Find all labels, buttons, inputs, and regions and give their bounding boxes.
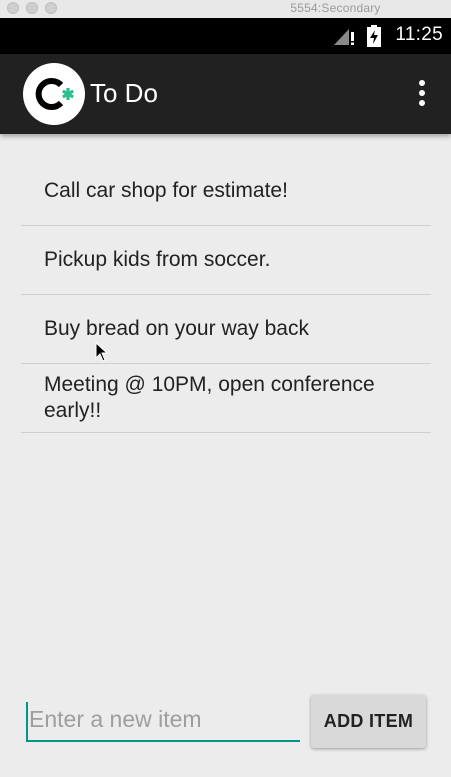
status-bar: 11:25 xyxy=(0,18,451,54)
app-title: To Do xyxy=(90,78,158,108)
mouse-cursor-icon xyxy=(95,342,108,362)
status-time: 11:25 xyxy=(395,24,443,45)
app-bar: To Do xyxy=(0,54,451,134)
todo-item-text: Pickup kids from soccer. xyxy=(44,248,271,271)
window-title-bar: 5554:Secondary xyxy=(0,0,451,19)
todo-item[interactable]: Call car shop for estimate! xyxy=(21,157,431,226)
todo-item-text: Meeting @ 10PM, open conference early!! xyxy=(44,373,375,422)
todo-item-text: Call car shop for estimate! xyxy=(44,179,288,202)
todo-item[interactable]: Meeting @ 10PM, open conference early!! xyxy=(21,364,431,433)
overflow-menu-icon[interactable] xyxy=(412,78,432,110)
window-title: 5554:Secondary xyxy=(290,1,381,15)
add-item-button[interactable]: ADD ITEM xyxy=(311,695,426,748)
todo-list: Call car shop for estimate! Pickup kids … xyxy=(21,157,431,433)
todo-item[interactable]: Pickup kids from soccer. xyxy=(21,226,431,295)
signal-icon xyxy=(334,29,354,45)
todo-item[interactable]: Buy bread on your way back xyxy=(21,295,431,364)
logo-icon xyxy=(23,63,85,125)
battery-icon xyxy=(367,25,381,47)
todo-item-text: Buy bread on your way back xyxy=(44,317,309,340)
new-item-input[interactable] xyxy=(26,702,300,742)
